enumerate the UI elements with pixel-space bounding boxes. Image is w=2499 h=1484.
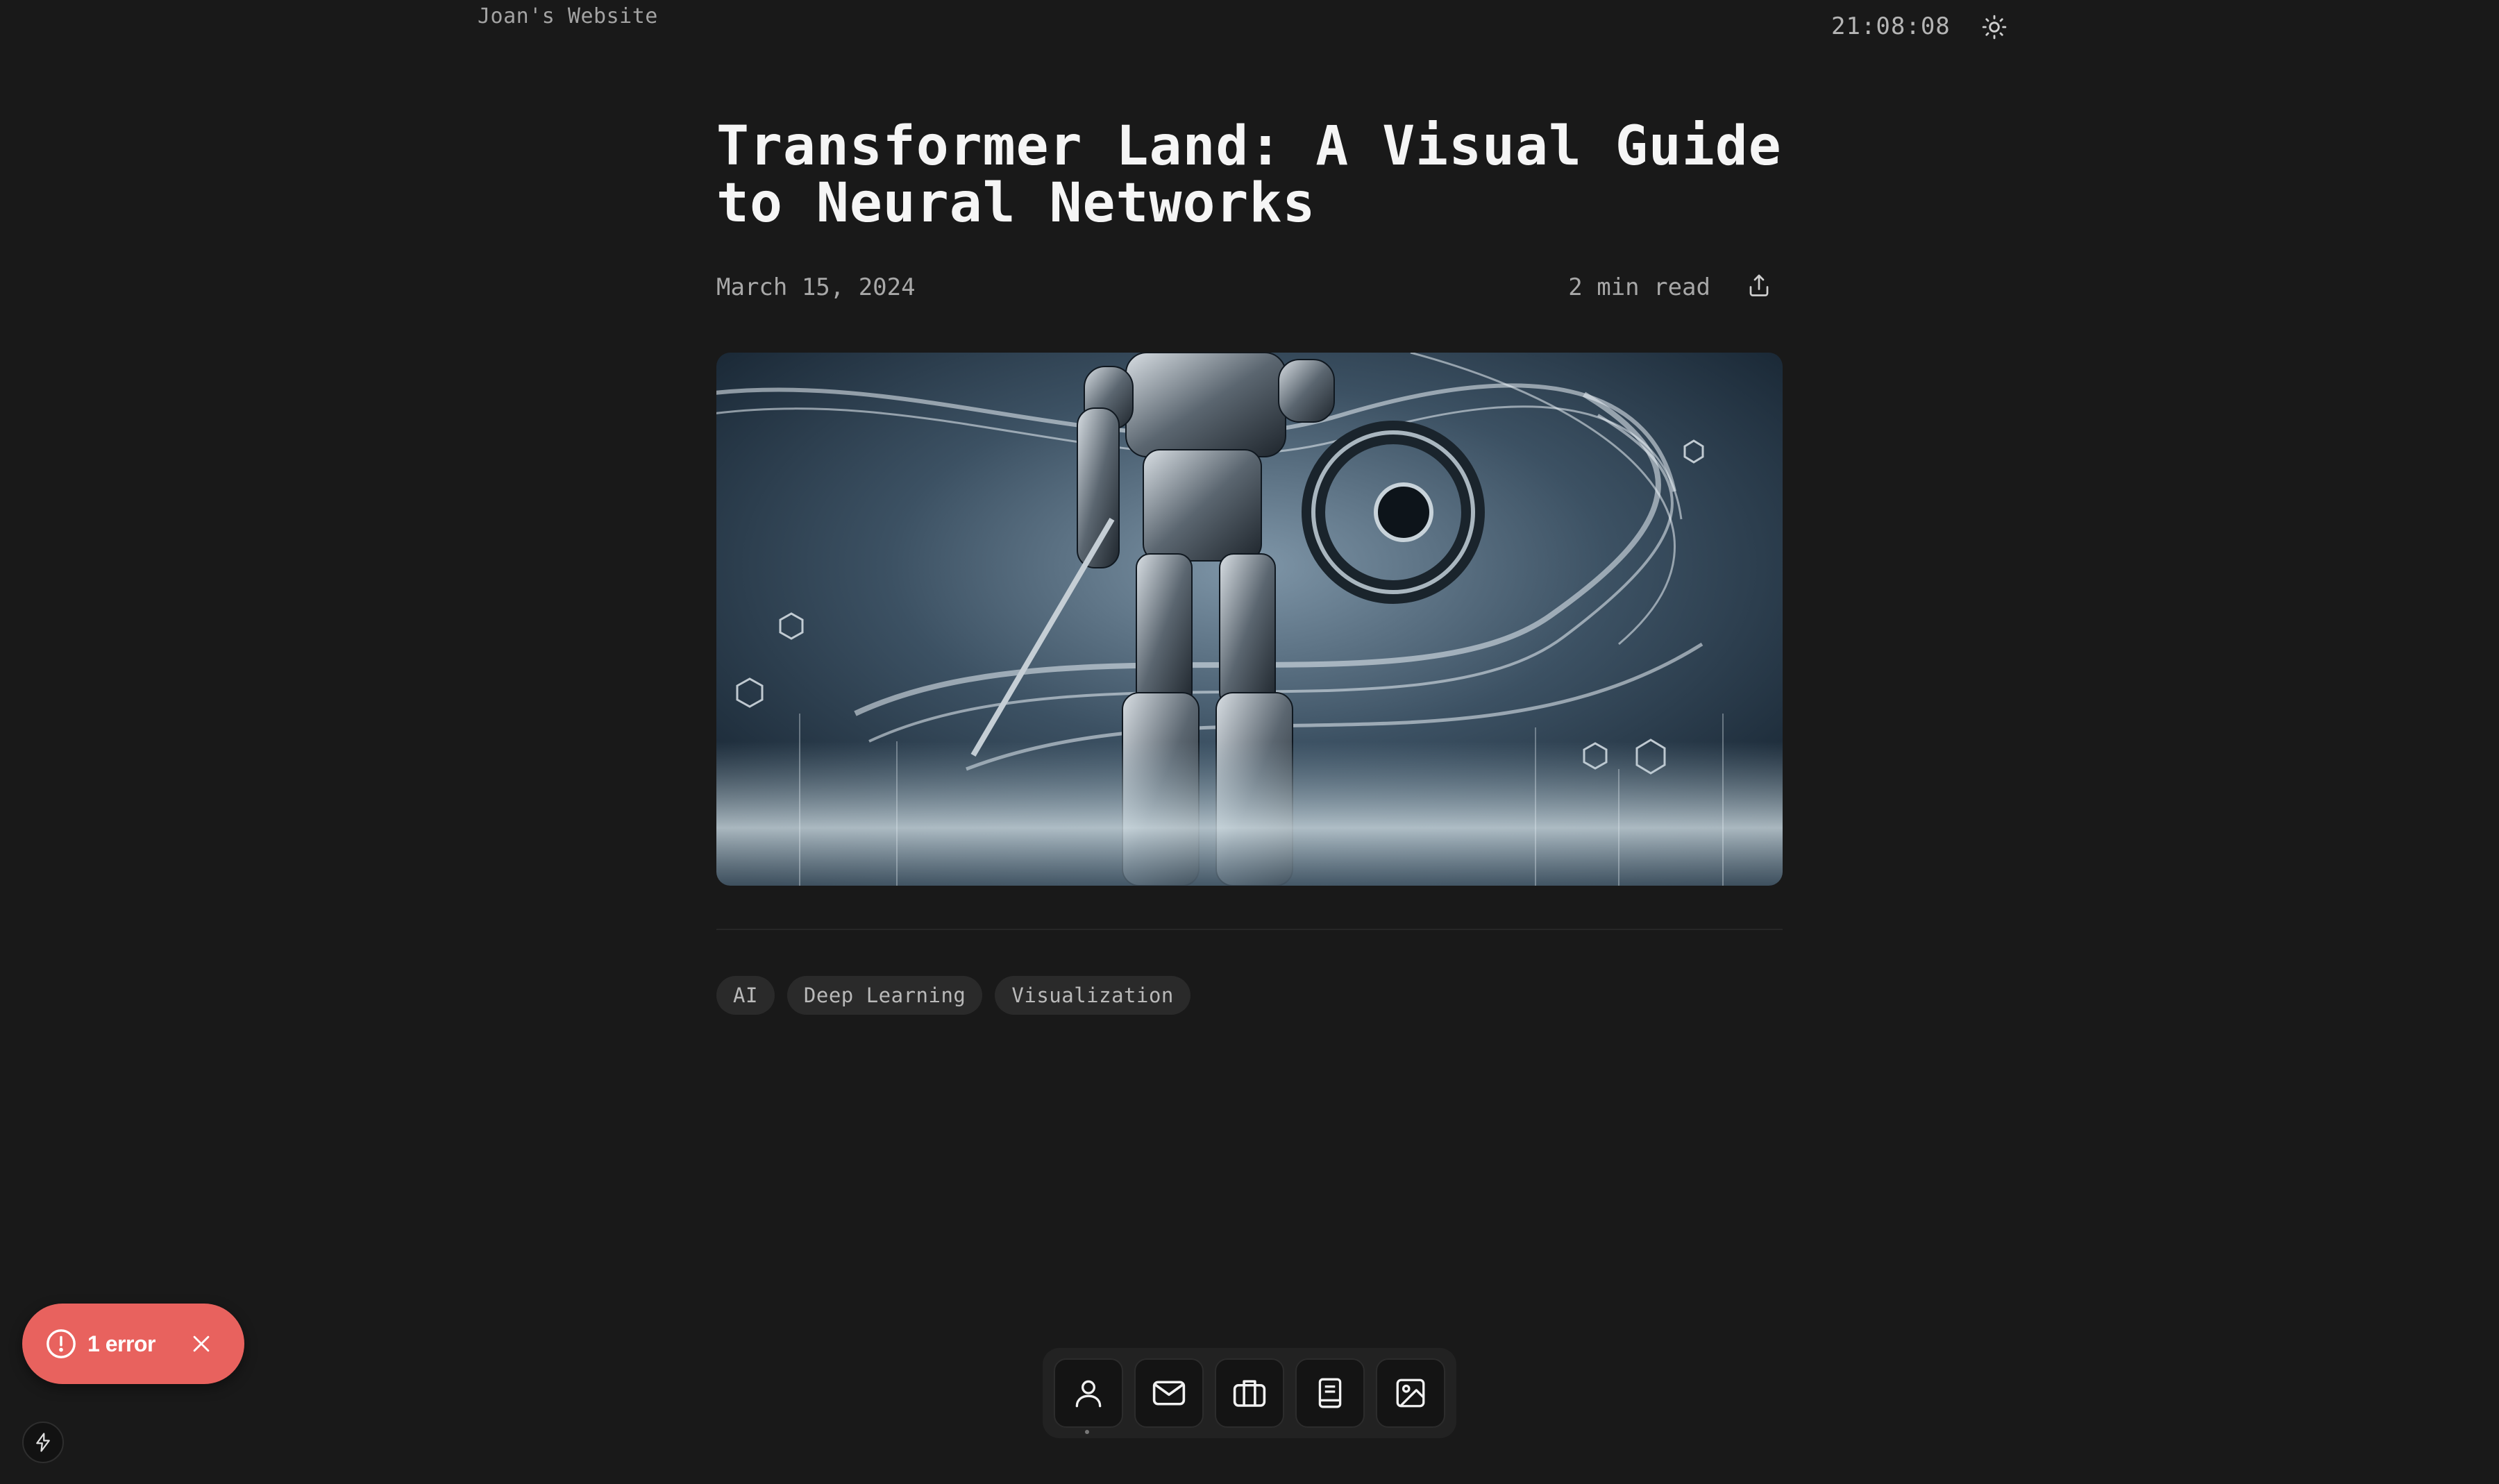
read-time: 2 min read — [1568, 273, 1710, 301]
dock-item-contact[interactable] — [1134, 1358, 1204, 1428]
share-button[interactable] — [1742, 269, 1776, 303]
page: Joan's Website 21:08:08 Transformer Land… — [0, 0, 2499, 1484]
active-indicator — [1085, 1430, 1089, 1434]
dock-item-blog[interactable] — [1295, 1358, 1365, 1428]
tag-visualization[interactable]: Visualization — [995, 976, 1190, 1015]
error-count: 1 error — [87, 1331, 155, 1356]
dev-tools-button[interactable] — [22, 1422, 64, 1463]
article-title: Transformer Land: A Visual Guide to Neur… — [716, 115, 1782, 235]
article: Transformer Land: A Visual Guide to Neur… — [716, 115, 1783, 1015]
tag-deep-learning[interactable]: Deep Learning — [786, 976, 983, 1015]
mail-icon — [1152, 1381, 1186, 1406]
divider — [716, 929, 1783, 930]
alert-circle-icon — [44, 1327, 78, 1360]
close-icon[interactable] — [187, 1330, 215, 1358]
clock: 21:08:08 — [1831, 12, 1951, 40]
tag-list: AI Deep Learning Visualization — [716, 976, 1190, 1015]
person-icon — [1075, 1380, 1102, 1408]
briefcase-icon — [1233, 1380, 1266, 1407]
tag-ai[interactable]: AI — [716, 976, 775, 1015]
site-name-link[interactable]: Joan's Website — [478, 4, 658, 28]
error-toast[interactable]: 1 error — [22, 1304, 244, 1384]
share-icon — [1749, 274, 1769, 296]
dock-item-gallery[interactable] — [1376, 1358, 1445, 1428]
article-meta: March 15, 2024 2 min read — [716, 269, 1783, 304]
hero-image — [716, 353, 1783, 886]
document-icon — [1318, 1378, 1342, 1408]
article-date: March 15, 2024 — [716, 273, 916, 301]
sun-icon — [1982, 15, 2007, 40]
dock-item-work[interactable] — [1215, 1358, 1284, 1428]
dock-item-about[interactable] — [1054, 1358, 1123, 1428]
image-icon — [1396, 1378, 1425, 1408]
theme-toggle-button[interactable] — [1978, 11, 2010, 43]
dock — [1043, 1348, 1456, 1438]
lightning-icon — [36, 1433, 50, 1452]
